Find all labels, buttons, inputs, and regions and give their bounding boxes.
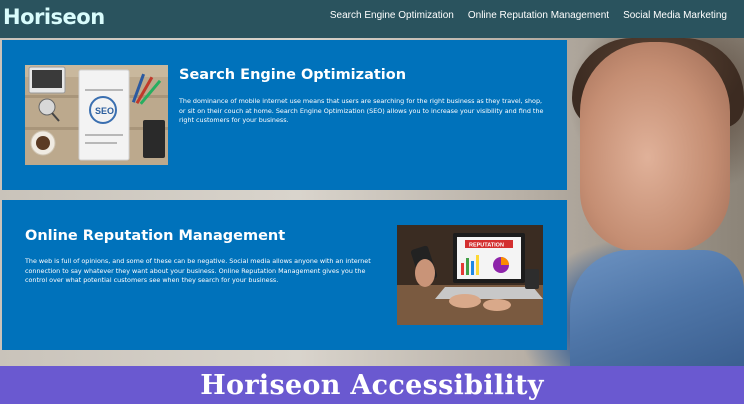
hero-person-shirt — [570, 250, 744, 366]
reputation-image-label: REPUTATION — [469, 243, 504, 249]
seo-image-label: SEO — [95, 106, 114, 116]
site-logo[interactable]: Horiseon — [3, 3, 105, 31]
nav-link-reputation[interactable]: Online Reputation Management — [468, 10, 609, 21]
reputation-heading: Online Reputation Management — [25, 228, 286, 244]
seo-section: SEO Search Engine Optimization The domin… — [2, 40, 567, 190]
reputation-section: Online Reputation Management The web is … — [2, 200, 567, 350]
seo-image: SEO — [25, 65, 168, 165]
main-nav: Search Engine Optimization Online Reputa… — [330, 10, 727, 21]
accessibility-banner-title: Horiseon Accessibility — [200, 369, 544, 401]
seo-heading: Search Engine Optimization — [179, 67, 407, 83]
reputation-image: REPUTATION — [397, 225, 543, 325]
seo-description: The dominance of mobile internet use mea… — [179, 97, 544, 125]
site-header: Horiseon Search Engine Optimization Onli… — [0, 0, 744, 38]
nav-link-seo[interactable]: Search Engine Optimization — [330, 10, 454, 21]
hero-person-head — [580, 42, 730, 252]
accessibility-banner: Horiseon Accessibility — [0, 366, 744, 404]
reputation-description: The web is full of opinions, and some of… — [25, 257, 371, 285]
nav-link-social-media[interactable]: Social Media Marketing — [623, 10, 727, 21]
